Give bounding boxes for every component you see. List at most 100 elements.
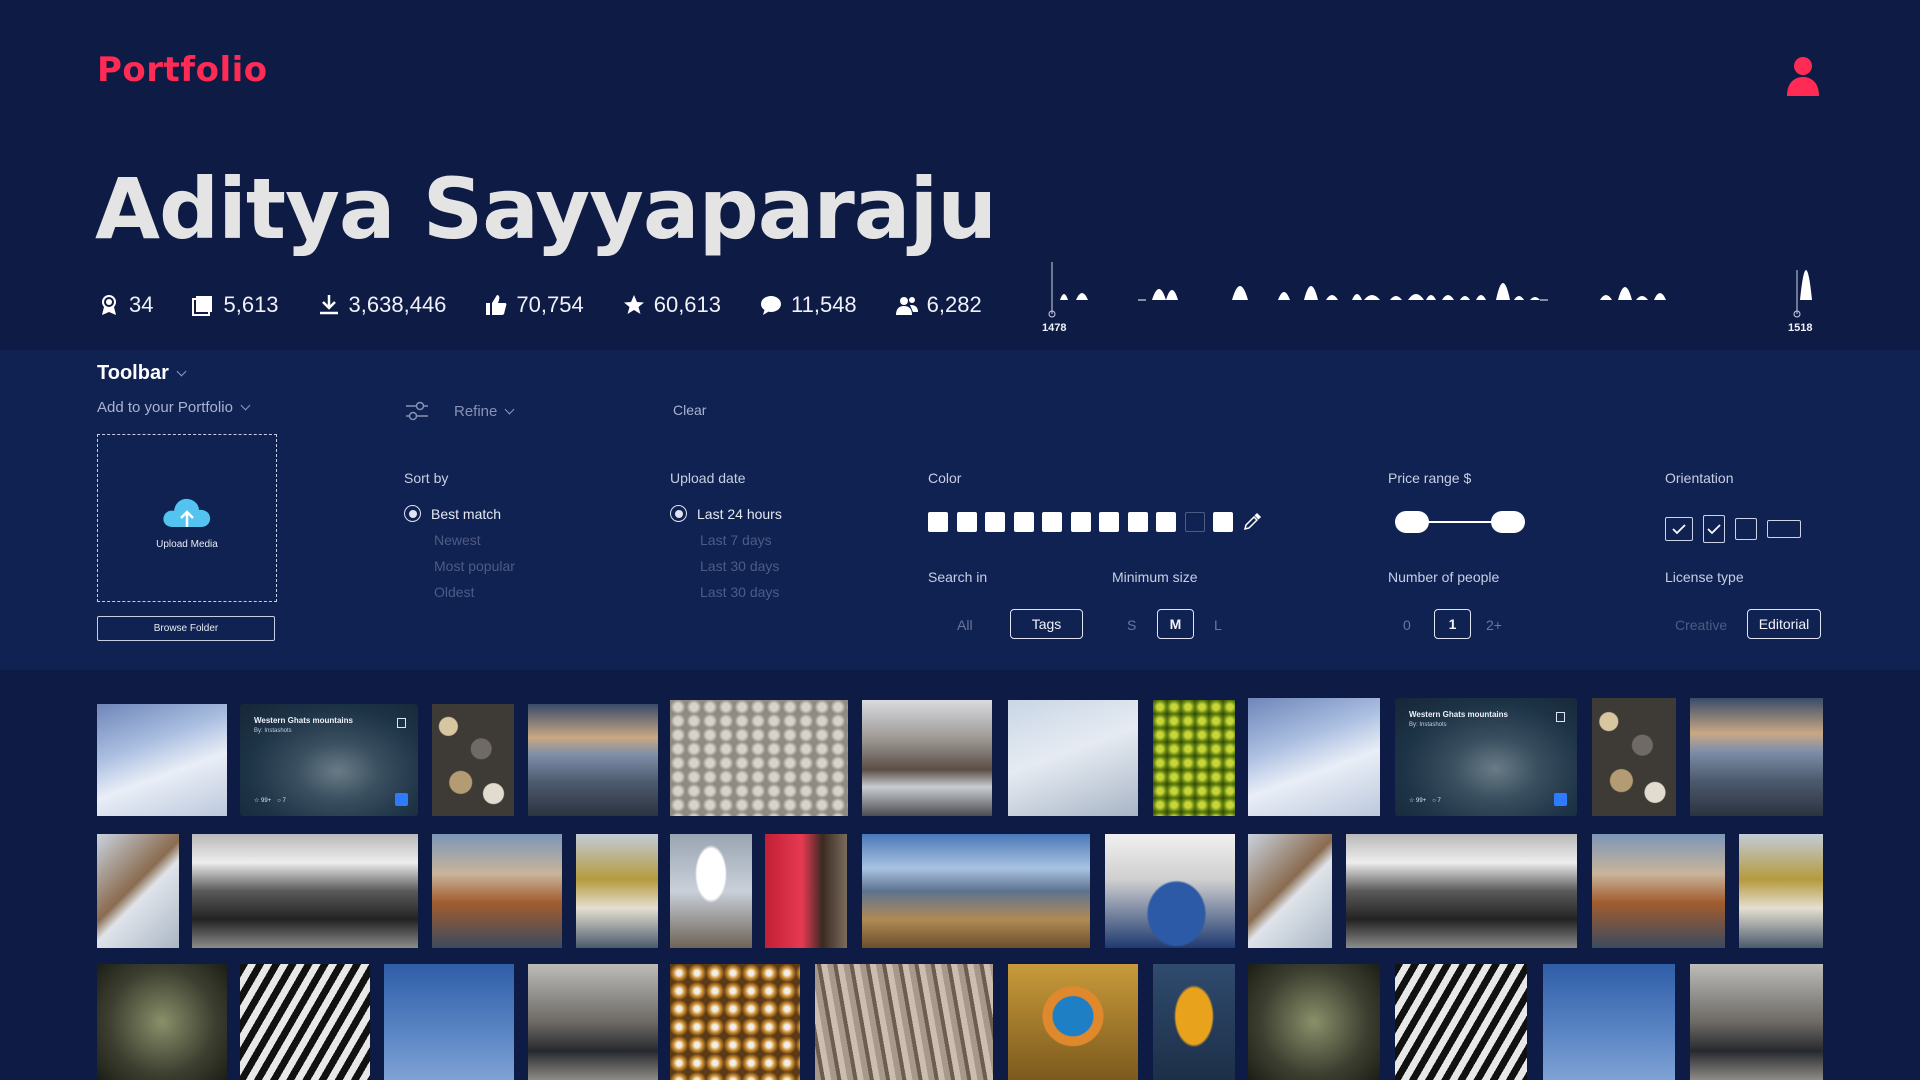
- gallery-thumbnail[interactable]: [576, 834, 658, 948]
- color-swatch[interactable]: [1070, 512, 1091, 532]
- chevron-down-icon: [240, 400, 251, 411]
- color-swatch[interactable]: [985, 512, 1005, 532]
- gallery-thumbnail[interactable]: [528, 964, 658, 1080]
- badge-icon: [102, 295, 116, 315]
- gallery-thumbnail[interactable]: [1248, 698, 1380, 816]
- color-swatch[interactable]: [1127, 512, 1148, 532]
- gallery-thumbnail[interactable]: [1153, 700, 1235, 816]
- gallery-thumbnail[interactable]: [1543, 964, 1675, 1080]
- size-option-m-button[interactable]: M: [1157, 609, 1194, 639]
- profile-name: Aditya Sayyaparaju: [95, 160, 997, 258]
- search-in-tags-button[interactable]: Tags: [1010, 609, 1083, 639]
- gallery-thumbnail[interactable]: [1690, 698, 1823, 816]
- search-in-all[interactable]: All: [957, 617, 973, 633]
- gallery-thumbnail[interactable]: [97, 964, 227, 1080]
- sort-option-most-popular[interactable]: Most popular: [434, 558, 515, 574]
- add-to-portfolio-dropdown[interactable]: Add to your Portfolio: [97, 399, 251, 416]
- gallery-thumbnail[interactable]: [1105, 834, 1235, 948]
- card-comments: 7: [1437, 797, 1441, 804]
- color-swatch[interactable]: [1099, 512, 1119, 532]
- refine-dropdown[interactable]: Refine: [404, 398, 515, 424]
- price-min-handle[interactable]: [1395, 511, 1429, 533]
- color-swatch[interactable]: [1213, 512, 1233, 532]
- color-swatch[interactable]: [928, 512, 948, 532]
- bookmark-icon[interactable]: [1556, 712, 1565, 722]
- people-option-0[interactable]: 0: [1403, 617, 1411, 633]
- photos-icon: [192, 296, 213, 316]
- stat-comments: 11,548: [759, 292, 857, 318]
- gallery-thumbnail[interactable]: [670, 964, 800, 1080]
- stat-value: 11,548: [791, 292, 857, 317]
- card-byline: By: Instashots: [254, 728, 292, 734]
- gallery-thumbnail[interactable]: [815, 964, 993, 1080]
- gallery-thumbnail[interactable]: [765, 834, 847, 948]
- date-option-last-24-hours[interactable]: Last 24 hours: [670, 505, 782, 522]
- gallery-thumbnail[interactable]: [1153, 964, 1235, 1080]
- date-option-last-7-days[interactable]: Last 7 days: [700, 532, 772, 548]
- gallery-thumbnail[interactable]: [192, 834, 418, 948]
- orientation-portrait-checkbox[interactable]: [1703, 515, 1725, 543]
- gallery-thumbnail[interactable]: [670, 700, 848, 816]
- stat-value: 34: [129, 292, 154, 317]
- sort-option-best-match[interactable]: Best match: [404, 505, 501, 522]
- gallery-thumbnail[interactable]: [1690, 964, 1823, 1080]
- gallery-thumbnail[interactable]: [384, 964, 514, 1080]
- price-range-slider[interactable]: [1395, 511, 1525, 533]
- card-likes: 99+: [261, 797, 272, 804]
- color-swatch[interactable]: [956, 512, 977, 532]
- color-swatches: [928, 512, 1262, 532]
- card-title: Western Ghats mountains: [254, 716, 353, 725]
- orientation-square-checkbox[interactable]: [1735, 518, 1757, 540]
- gallery-thumbnail[interactable]: [1346, 834, 1577, 948]
- browse-folder-button[interactable]: Browse Folder: [97, 616, 275, 641]
- gallery-thumbnail[interactable]: [670, 834, 752, 948]
- sort-option-newest[interactable]: Newest: [434, 532, 481, 548]
- gallery-thumbnail[interactable]: [1592, 834, 1725, 948]
- price-max-handle[interactable]: [1491, 511, 1525, 533]
- gallery-thumbnail[interactable]: [240, 964, 370, 1080]
- people-option-1-button[interactable]: 1: [1434, 609, 1471, 639]
- featured-card[interactable]: Western Ghats mountains By: Instashots ☆…: [1395, 698, 1577, 816]
- size-option-s[interactable]: S: [1127, 617, 1136, 633]
- user-icon[interactable]: [1785, 56, 1821, 96]
- eyedropper-icon[interactable]: [1242, 512, 1262, 532]
- date-option-last-30-days[interactable]: Last 30 days: [700, 558, 779, 574]
- featured-card[interactable]: Western Ghats mountains By: Instashots ☆…: [240, 704, 418, 816]
- image-gallery: Western Ghats mountains By: Instashots ☆…: [0, 696, 1920, 1080]
- sort-option-oldest[interactable]: Oldest: [434, 584, 474, 600]
- portfolio-logo[interactable]: Portfolio: [97, 50, 268, 90]
- orientation-landscape-checkbox[interactable]: [1665, 517, 1693, 541]
- gallery-thumbnail[interactable]: [528, 704, 658, 816]
- color-swatch[interactable]: [1042, 512, 1062, 532]
- gallery-thumbnail[interactable]: [97, 704, 227, 816]
- clear-filters-link[interactable]: Clear: [673, 402, 706, 418]
- date-option-last-30-days-2[interactable]: Last 30 days: [700, 584, 779, 600]
- color-swatch[interactable]: [1013, 512, 1034, 532]
- profile-stats: 34 5,613 3,638,446 70,754 60,613 11,548 …: [97, 288, 1020, 322]
- cart-icon[interactable]: [395, 793, 408, 806]
- gallery-thumbnail[interactable]: [1395, 964, 1527, 1080]
- bookmark-icon[interactable]: [397, 718, 406, 728]
- cart-icon[interactable]: [1554, 793, 1567, 806]
- gallery-thumbnail[interactable]: [862, 700, 992, 816]
- upload-dropzone[interactable]: Upload Media: [97, 434, 277, 602]
- gallery-thumbnail[interactable]: [1248, 964, 1380, 1080]
- people-option-2-plus[interactable]: 2+: [1486, 617, 1502, 633]
- gallery-thumbnail[interactable]: [1008, 700, 1138, 816]
- color-swatch[interactable]: [1184, 512, 1205, 532]
- gallery-thumbnail[interactable]: [1592, 698, 1676, 816]
- size-option-l[interactable]: L: [1214, 617, 1222, 633]
- stat-badges: 34: [97, 292, 153, 318]
- gallery-thumbnail[interactable]: [1739, 834, 1823, 948]
- toolbar-toggle[interactable]: Toolbar: [97, 362, 187, 385]
- color-swatch[interactable]: [1156, 512, 1176, 532]
- gallery-thumbnail[interactable]: [1248, 834, 1332, 948]
- gallery-thumbnail[interactable]: [97, 834, 179, 948]
- gallery-thumbnail[interactable]: [862, 834, 1090, 948]
- gallery-thumbnail[interactable]: [432, 834, 562, 948]
- license-option-creative[interactable]: Creative: [1675, 617, 1727, 633]
- gallery-thumbnail[interactable]: [1008, 964, 1138, 1080]
- license-option-editorial-button[interactable]: Editorial: [1747, 609, 1821, 639]
- orientation-panorama-checkbox[interactable]: [1767, 520, 1801, 538]
- gallery-thumbnail[interactable]: [432, 704, 514, 816]
